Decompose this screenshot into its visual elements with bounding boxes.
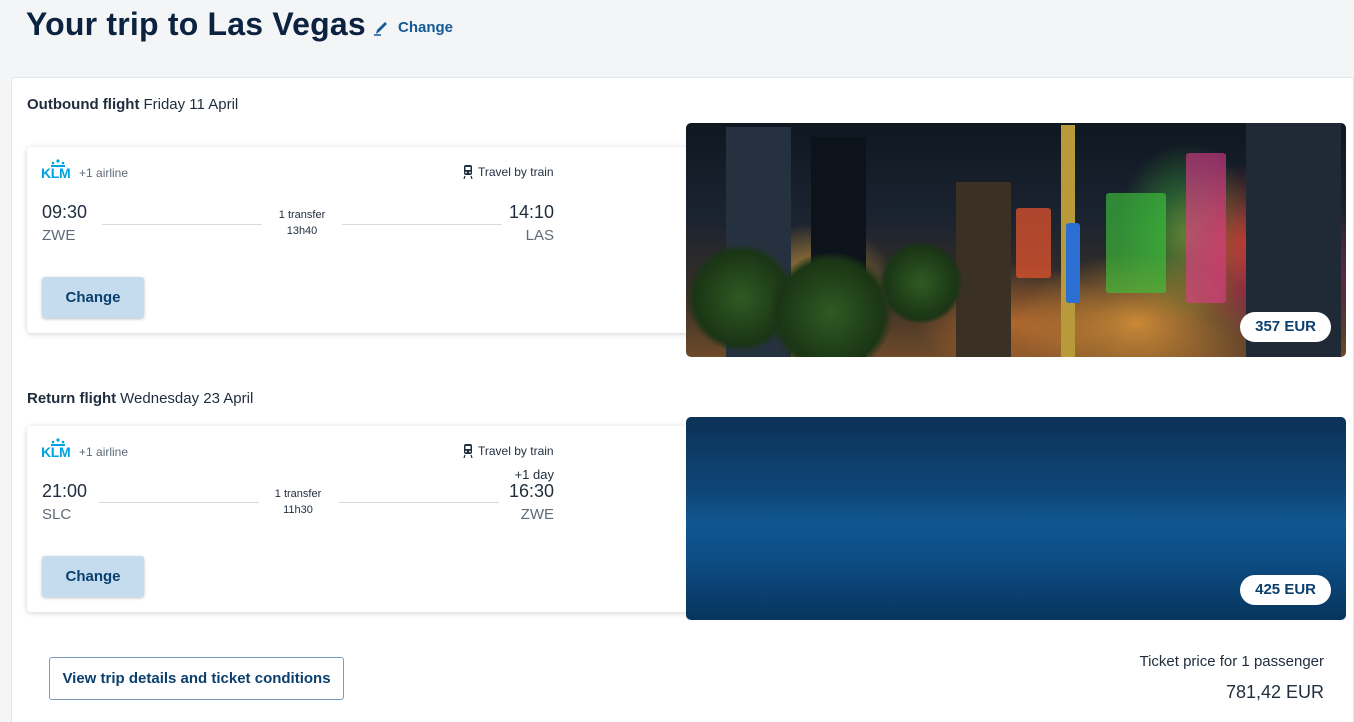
klm-logo: KLM <box>41 159 75 181</box>
departure-time: 21:00 <box>42 481 88 501</box>
departure-time: 09:30 <box>42 202 88 222</box>
outbound-label: Outbound flight <box>27 96 140 113</box>
flight-duration: 13h40 <box>286 225 318 237</box>
train-info: Travel by train <box>463 444 554 458</box>
ticket-price-label: Ticket price for 1 passenger <box>1139 653 1324 670</box>
train-label: Travel by train <box>478 444 554 458</box>
outbound-price-badge[interactable]: 357 EUR <box>1240 312 1331 342</box>
airline-name: KLM <box>41 165 71 181</box>
neon-sign <box>1066 223 1080 303</box>
page-title: Your trip to Las Vegas <box>26 6 366 42</box>
route-line-left <box>99 502 259 503</box>
more-airlines: +1 airline <box>79 166 129 180</box>
train-icon <box>463 444 473 458</box>
outbound-date: Friday 11 April <box>143 96 239 113</box>
return-heading: Return flight Wednesday 23 April <box>27 390 253 407</box>
change-outbound-button[interactable]: Change <box>42 277 144 318</box>
arrival-airport: ZWE <box>520 506 554 523</box>
outbound-flight-card: KLM +1 airline Travel by train 09:30 ZWE… <box>27 147 707 333</box>
neon-sign <box>1186 153 1226 303</box>
palm-tree <box>766 253 896 357</box>
las-vegas-image: 357 EUR <box>686 123 1346 357</box>
transfer-count: 1 transfer <box>274 488 322 500</box>
airline-info: KLM +1 airline <box>41 438 128 460</box>
route-line-left <box>102 224 262 225</box>
more-airlines: +1 airline <box>79 445 129 459</box>
day-offset: +1 day <box>514 467 554 482</box>
skyline-building <box>956 182 1011 357</box>
flight-duration: 11h30 <box>283 504 313 516</box>
neon-sign <box>1016 208 1051 278</box>
train-info: Travel by train <box>463 165 554 179</box>
klm-logo: KLM <box>41 438 75 460</box>
return-destination-image: 425 EUR <box>686 417 1346 620</box>
departure-airport: SLC <box>42 506 72 523</box>
route-line-right <box>342 224 502 225</box>
return-price-badge[interactable]: 425 EUR <box>1240 575 1331 605</box>
transfer-count: 1 transfer <box>278 209 326 221</box>
airline-name: KLM <box>41 444 71 460</box>
arrival-time: 16:30 <box>508 481 554 501</box>
change-return-button[interactable]: Change <box>42 556 144 597</box>
edit-trip-link[interactable]: Change <box>372 17 453 37</box>
pencil-icon <box>374 22 387 36</box>
arrival-airport: LAS <box>525 227 554 244</box>
neon-sign <box>1106 193 1166 293</box>
route-line-right <box>339 502 499 503</box>
return-flight-card: KLM +1 airline Travel by train 21:00 SLC… <box>27 426 707 612</box>
airline-info: KLM +1 airline <box>41 159 128 181</box>
transfer-info: 1 transfer 13h40 <box>247 207 357 239</box>
transfer-info: 1 transfer 11h30 <box>243 486 353 518</box>
page-header: Your trip to Las Vegas Change <box>0 0 1354 60</box>
palm-tree <box>876 243 966 323</box>
return-date: Wednesday 23 April <box>120 390 254 407</box>
edit-trip-label: Change <box>398 18 454 36</box>
ticket-price-total: 781,42 EUR <box>1225 682 1324 702</box>
trip-details-button[interactable]: View trip details and ticket conditions <box>49 657 344 700</box>
arrival-time: 14:10 <box>508 202 554 222</box>
outbound-heading: Outbound flight Friday 11 April <box>27 96 238 113</box>
departure-airport: ZWE <box>42 227 76 244</box>
train-icon <box>463 165 473 179</box>
return-label: Return flight <box>27 390 117 407</box>
train-label: Travel by train <box>478 165 554 179</box>
